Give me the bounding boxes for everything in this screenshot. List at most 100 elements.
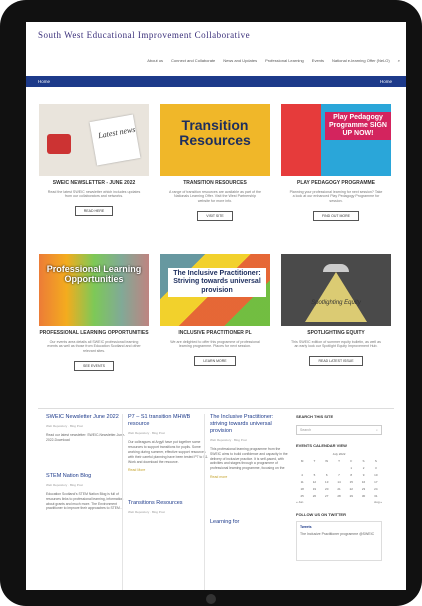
calendar-day[interactable]: 23	[357, 485, 369, 492]
card-desc: This SWEIC edition of summer equity bull…	[291, 339, 381, 349]
card-image-professional-learning[interactable]: Professional Learning Opportunities	[39, 254, 149, 326]
card-play-pedagogy: Play Pedagogy Programme SIGN UP NOW! PLA…	[281, 104, 391, 222]
twitter-feed[interactable]: Tweets The Inclusive Practitioner progra…	[296, 521, 382, 561]
see-events-button[interactable]: SEE EVENTS	[74, 361, 114, 372]
post-title[interactable]: STEM Nation Blog	[46, 473, 128, 480]
tweets-label: Tweets	[300, 525, 312, 529]
calendar-day[interactable]: 15	[345, 478, 357, 485]
search-icon[interactable]: ⌕	[398, 58, 400, 63]
nav-professional-learning[interactable]: Professional Learning	[265, 58, 304, 63]
search-heading: SEARCH THIS SITE	[296, 414, 334, 419]
nav-news[interactable]: News and Updates	[223, 58, 257, 63]
calendar-day[interactable]	[333, 464, 345, 471]
post-excerpt: Education Scotland's STEM Nation Blog is…	[46, 491, 124, 511]
nav-nelo[interactable]: National e-learning Offer (NeLO)	[332, 58, 390, 63]
calendar-day[interactable]: 28	[333, 492, 345, 499]
calendar-day[interactable]: 30	[357, 492, 369, 499]
calendar-day[interactable]: 10	[370, 471, 382, 478]
calendar-prev-link[interactable]: « Jun	[296, 500, 303, 504]
site-title[interactable]: South West Educational Improvement Colla…	[38, 30, 250, 40]
post-title[interactable]: SWEIC Newsletter June 2022	[46, 414, 128, 421]
breadcrumb-right[interactable]: Home	[380, 79, 392, 84]
events-calendar: July 2022 M T W T F S S 1 2 3 4 5 6 7 8 …	[296, 452, 382, 504]
card-inclusive: The Inclusive Practitioner: Striving tow…	[160, 254, 270, 367]
calendar-day[interactable]: 3	[370, 464, 382, 471]
card-title: TRANSITION RESOURCES	[183, 180, 247, 186]
calendar-day[interactable]: 20	[321, 485, 333, 492]
calendar-day[interactable]: 14	[333, 478, 345, 485]
post-excerpt: Our colleagues at Argyll have put togeth…	[128, 439, 209, 464]
post-meta: Web Repository · Blog Post	[46, 482, 83, 487]
search-input[interactable]: Search ⌕	[296, 425, 382, 435]
calendar-day[interactable]: 17	[370, 478, 382, 485]
post-column-3: The Inclusive Practitioner: striving tow…	[210, 414, 292, 526]
card-image-play[interactable]: Play Pedagogy Programme SIGN UP NOW!	[281, 104, 391, 176]
calendar-day[interactable]: 2	[357, 464, 369, 471]
calendar-day[interactable]: 27	[321, 492, 333, 499]
post-title[interactable]: The Inclusive Practitioner: striving tow…	[210, 414, 292, 435]
card-transition: Transition Resources TRANSITION RESOURCE…	[160, 104, 270, 222]
post-meta: Web Repository · Blog Post	[46, 423, 83, 428]
nav-connect[interactable]: Connect and Collaborate	[171, 58, 215, 63]
section-divider	[38, 408, 394, 409]
calendar-day[interactable]: 25	[296, 492, 308, 499]
main-nav: About us Connect and Collaborate News an…	[66, 58, 400, 63]
calendar-day[interactable]: 24	[370, 485, 382, 492]
calendar-day[interactable]: 18	[296, 485, 308, 492]
learn-more-button[interactable]: LEARN MORE	[194, 356, 236, 367]
calendar-day-header: S	[374, 458, 377, 463]
calendar-day[interactable]: 4	[296, 471, 308, 478]
post-meta: Web Repository · Blog Post	[210, 437, 247, 442]
calendar-day[interactable]: 16	[357, 478, 369, 485]
nav-about[interactable]: About us	[147, 58, 163, 63]
card-title: SPOTLIGHTING EQUITY	[307, 330, 365, 336]
calendar-day[interactable]	[321, 464, 333, 471]
post-column-2: P7 – S1 transition MHWB resource Web Rep…	[128, 414, 210, 514]
calendar-day[interactable]: 29	[345, 492, 357, 499]
calendar-day[interactable]: 7	[333, 471, 345, 478]
card-desc: Planning your professional learning for …	[289, 189, 383, 204]
calendar-month: July 2022	[332, 452, 346, 456]
home-button	[206, 594, 216, 604]
column-separator	[204, 414, 205, 590]
read-latest-issue-button[interactable]: READ LATEST ISSUE	[309, 356, 363, 367]
calendar-day[interactable]	[296, 464, 308, 471]
calendar-day[interactable]: 9	[357, 471, 369, 478]
calendar-day[interactable]: 26	[308, 492, 320, 499]
post-title[interactable]: Transitions Resources	[128, 500, 210, 507]
search-icon[interactable]: ⌕	[376, 428, 378, 432]
calendar-day-header: T	[338, 458, 340, 463]
post-excerpt: Read our latest newsletter: SWEIC-Newsle…	[46, 432, 126, 442]
calendar-day[interactable]: 22	[345, 485, 357, 492]
calendar-day[interactable]: 19	[308, 485, 320, 492]
post-title[interactable]: Learning for	[210, 519, 292, 526]
calendar-next-link[interactable]: Aug »	[374, 500, 382, 504]
post-meta: Web Repository · Blog Post	[128, 510, 165, 515]
calendar-day[interactable]: 11	[296, 478, 308, 485]
calendar-day[interactable]	[308, 464, 320, 471]
sidebar: SEARCH THIS SITE Search ⌕ EVENTS CALENDA…	[296, 414, 382, 561]
breadcrumb-left[interactable]: Home	[38, 79, 50, 84]
post-title[interactable]: P7 – S1 transition MHWB resource	[128, 414, 210, 428]
twitter-heading: FOLLOW US ON TWITTER	[296, 512, 346, 517]
calendar-day[interactable]: 5	[308, 471, 320, 478]
calendar-day[interactable]: 12	[308, 478, 320, 485]
card-image-equity[interactable]: Spotlighting Equity	[281, 254, 391, 326]
tweet-text: The Inclusive Practitioner programme @SW…	[300, 532, 375, 536]
read-here-button[interactable]: READ HERE	[74, 206, 114, 217]
calendar-day[interactable]: 13	[321, 478, 333, 485]
card-image-inclusive[interactable]: The Inclusive Practitioner: Striving tow…	[160, 254, 270, 326]
card-image-newsletter[interactable]: Latest news	[39, 104, 149, 176]
calendar-day[interactable]: 21	[333, 485, 345, 492]
find-out-more-button[interactable]: FIND OUT MORE	[313, 211, 359, 222]
visit-site-button[interactable]: VISIT SITE	[197, 211, 233, 222]
card-desc: Read the latest SWEIC newsletter which i…	[47, 189, 141, 199]
nav-events[interactable]: Events	[312, 58, 324, 63]
calendar-day[interactable]: 6	[321, 471, 333, 478]
calendar-day[interactable]: 31	[370, 492, 382, 499]
calendar-day[interactable]: 1	[345, 464, 357, 471]
card-image-transition[interactable]: Transition Resources	[160, 104, 270, 176]
card-title: PROFESSIONAL LEARNING OPPORTUNITIES	[39, 330, 149, 336]
card-equity: Spotlighting Equity SPOTLIGHTING EQUITY …	[281, 254, 391, 367]
calendar-day[interactable]: 8	[345, 471, 357, 478]
